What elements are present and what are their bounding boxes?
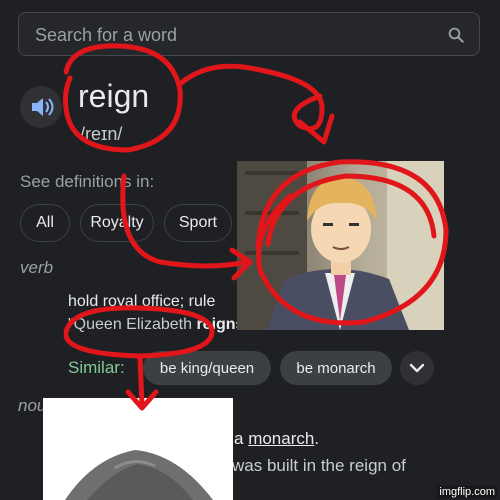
watermark: imgflip.com	[437, 486, 497, 498]
arrow-from-definitions	[120, 173, 249, 269]
circle-around-elizabeth	[63, 305, 215, 359]
red-annotation-overlay	[62, 43, 449, 411]
circle-around-character-2	[265, 173, 437, 247]
loop-arrow-to-character	[177, 63, 325, 132]
arrow-to-ash	[137, 355, 145, 407]
circle-around-reign	[62, 43, 183, 153]
circle-around-character	[255, 159, 449, 326]
